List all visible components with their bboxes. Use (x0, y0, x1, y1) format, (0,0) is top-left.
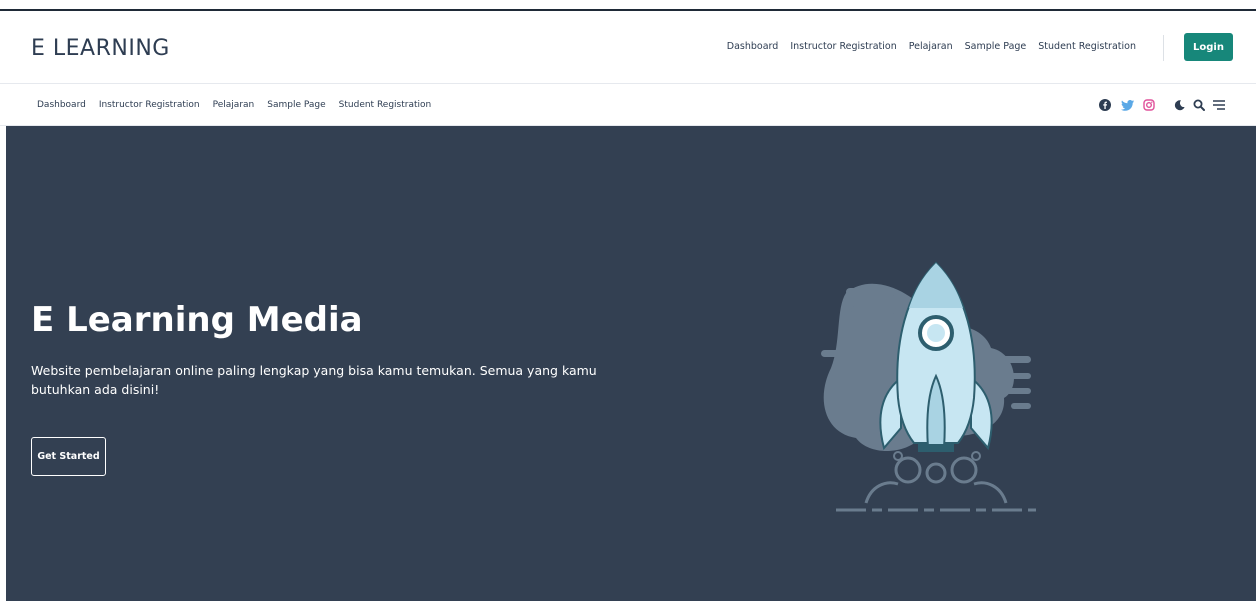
twitter-icon[interactable] (1119, 97, 1135, 113)
nav-dashboard[interactable]: Dashboard (727, 41, 779, 52)
nav-pelajaran[interactable]: Pelajaran (909, 41, 953, 52)
login-button[interactable]: Login (1184, 33, 1233, 61)
subnav-student-registration[interactable]: Student Registration (339, 100, 432, 110)
header-divider (1163, 35, 1164, 61)
nav-instructor-registration[interactable]: Instructor Registration (790, 41, 896, 52)
secondary-nav: Dashboard Instructor Registration Pelaja… (37, 100, 431, 110)
search-icon[interactable] (1191, 97, 1207, 113)
moon-icon[interactable] (1171, 97, 1187, 113)
facebook-icon[interactable] (1097, 97, 1113, 113)
toolbar-icons (1097, 97, 1227, 113)
get-started-button[interactable]: Get Started (31, 437, 106, 476)
menu-icon[interactable] (1211, 97, 1227, 113)
subnav-dashboard[interactable]: Dashboard (37, 100, 86, 110)
nav-sample-page[interactable]: Sample Page (965, 41, 1027, 52)
subnav-instructor-registration[interactable]: Instructor Registration (99, 100, 200, 110)
hero-title: E Learning Media (31, 300, 363, 340)
hero-description: Website pembelajaran online paling lengk… (31, 363, 597, 397)
primary-nav: Dashboard Instructor Registration Pelaja… (727, 41, 1136, 52)
secondary-bar: Dashboard Instructor Registration Pelaja… (0, 84, 1256, 126)
site-header: E LEARNING Dashboard Instructor Registra… (0, 11, 1256, 84)
hero-section: E Learning Media Website pembelajaran on… (6, 126, 1256, 601)
subnav-sample-page[interactable]: Sample Page (267, 100, 325, 110)
nav-student-registration[interactable]: Student Registration (1038, 41, 1136, 52)
instagram-icon[interactable] (1141, 97, 1157, 113)
site-logo[interactable]: E LEARNING (31, 36, 170, 61)
rocket-illustration (821, 261, 1036, 512)
subnav-pelajaran[interactable]: Pelajaran (213, 100, 255, 110)
